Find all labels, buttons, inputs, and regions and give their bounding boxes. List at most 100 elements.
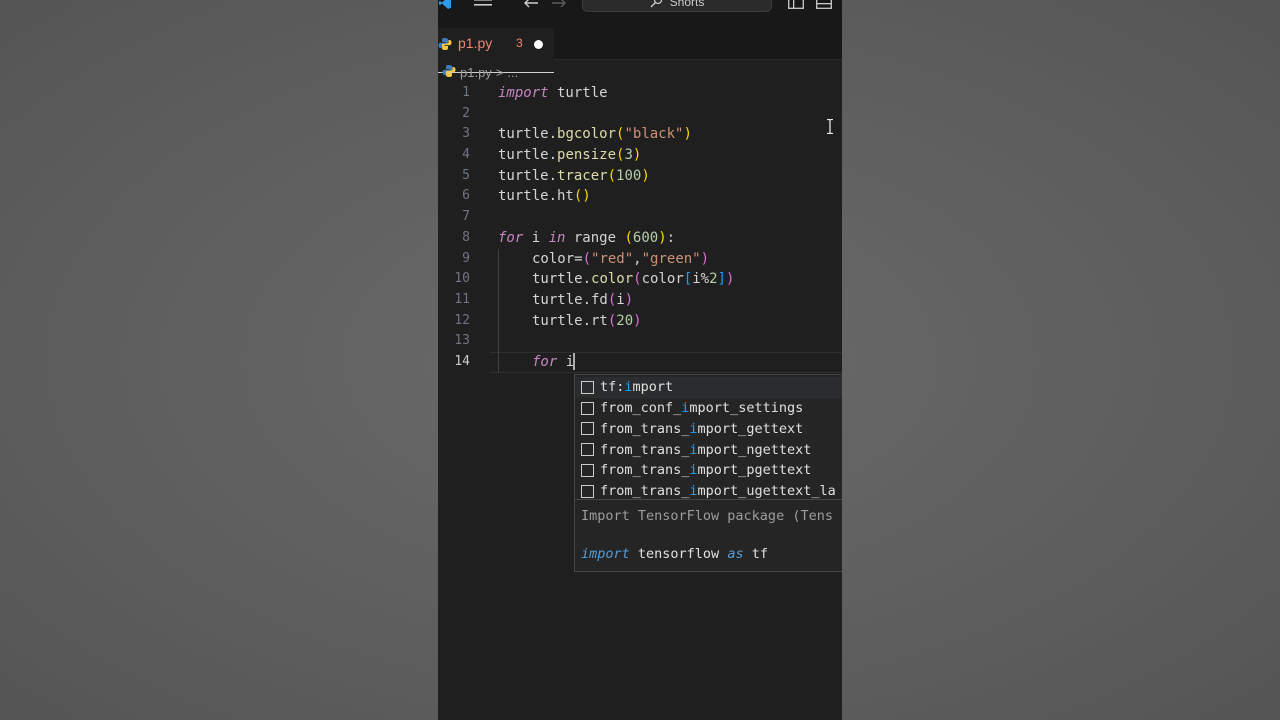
suggestion-code-preview: import tensorflow as tf [581,546,842,562]
code-token: ) [624,291,634,308]
suggestion-label-match: i [689,462,698,479]
line-number: 3 [462,126,470,142]
line-source: color=("red","green") [498,249,709,270]
code-token: ( [582,250,592,267]
code-line[interactable]: 5 turtle.tracer(100) [438,166,842,187]
suggestion-label-pre: from_trans_ [600,462,690,479]
tab-bar: p1.py 3 [438,14,842,73]
back-arrow-icon[interactable] [522,0,540,12]
code-token: turtle. [498,167,558,184]
preview-alias: tf [743,546,768,562]
line-source: turtle.bgcolor("black") [498,124,692,145]
line-source: turtle.pensize(3) [498,145,641,166]
breadcrumb: p1.py > ... [438,62,518,82]
unsaved-dot-icon[interactable] [534,40,543,49]
forward-arrow-icon[interactable] [550,0,568,12]
code-token: turtle. [532,271,592,288]
code-token: i [616,291,625,308]
code-token: ( [633,271,642,288]
suggestion-item[interactable]: tf:import [575,377,842,398]
code-token: tracer [557,167,608,184]
code-line[interactable]: 1 import turtle [438,83,842,104]
code-line[interactable]: 7 [438,207,842,228]
code-token: "green" [641,250,701,267]
code-token: turtle.fd [532,291,608,308]
code-line[interactable]: 4 turtle.pensize(3) [438,145,842,166]
code-token: bgcolor [557,126,617,143]
code-line[interactable]: 3 turtle.bgcolor("black") [438,124,842,145]
snippet-icon [581,380,594,394]
suggestion-label-post: mport_ngettext [697,441,812,458]
code-token: color [591,271,634,288]
code-token: import [498,85,549,101]
line-number: 13 [454,333,470,349]
code-token: i [557,353,575,370]
suggestion-label-post: mport_ugettext_la [697,483,836,500]
line-number: 12 [454,312,470,328]
suggestion-item[interactable]: from_trans_import_ngettext [575,439,842,460]
code-line[interactable]: 2 [438,104,842,125]
code-token: turtle.rt [532,312,608,329]
code-token: 2 [709,271,718,288]
suggestion-item[interactable]: from_trans_import_gettext [575,419,842,440]
code-token: ] [717,271,726,288]
vscode-editor-window: Shorts p1.py 3 p1.py > ... 1 import turtl… [438,0,842,720]
code-line[interactable]: 8 for i in range (600): [438,228,842,249]
code-line[interactable]: 12 turtle.rt(20) [438,310,842,332]
line-source: turtle.ht() [498,186,591,207]
breadcrumb-separator: > [495,64,504,80]
tab-p1-py[interactable]: p1.py 3 [438,28,554,60]
vscode-logo-icon[interactable] [438,0,452,12]
code-token: for [532,353,558,370]
suggestion-label-match: i [689,441,698,458]
problem-count-badge: 3 [516,36,523,50]
code-line[interactable]: 9 color=("red","green") [438,248,842,270]
suggestion-label-pre: from_trans_ [600,483,690,500]
command-center-search[interactable]: Shorts [582,0,772,12]
code-line[interactable]: 11 turtle.fd(i) [438,289,842,311]
line-number: 2 [462,105,470,121]
suggestion-item[interactable]: from_conf_import_settings [575,398,842,419]
code-token: ( [607,167,617,184]
line-source: import turtle [498,83,608,104]
suggestion-label-match: i [689,420,698,437]
code-line[interactable]: 6 turtle.ht() [438,186,842,207]
suggestion-label: from_trans_import_ngettext [600,442,811,458]
autocomplete-suggest-widget: tf:import from_conf_import_settings from_t… [574,374,842,572]
suggestion-label-pre: from_conf_ [600,400,682,417]
code-token: turtle. [498,147,558,164]
code-line[interactable]: 13 [438,331,842,352]
snippet-icon [581,484,594,498]
code-token: turtle.ht [498,188,574,205]
code-token: () [573,188,591,205]
line-number: 10 [454,271,470,287]
code-token: ( [624,229,633,246]
code-line[interactable]: 10 turtle.color(color[i%2]) [438,269,842,290]
line-number: 6 [462,188,470,204]
code-token: ) [632,147,642,164]
code-editor[interactable]: 1 import turtle 2 3 turtle.bgcolor("black") 4… [438,83,842,373]
preview-keyword-import: import [581,546,630,562]
code-token: color [641,271,684,288]
code-token: "black" [624,126,684,143]
line-source: for i [498,352,576,373]
suggestion-label: from_trans_import_ugettext_la [600,483,836,499]
code-token: ) [641,167,650,184]
hamburger-menu-icon[interactable] [472,0,494,12]
title-bar: Shorts [438,0,842,14]
line-source: turtle.fd(i) [498,290,633,311]
code-line-current[interactable]: 14 for i [438,351,842,373]
preview-module: tensorflow [629,546,728,562]
code-token: , [633,250,642,267]
toggle-sidebar-icon[interactable] [788,0,804,12]
breadcrumb-symbols[interactable]: ... [507,65,518,80]
suggestion-label-post: mport_pgettext [697,462,812,479]
toggle-panel-icon[interactable] [816,0,832,12]
suggestion-item[interactable]: from_trans_import_pgettext [575,460,842,481]
code-token: 600 [632,229,659,246]
line-source: for i in range (600): [498,228,675,249]
python-file-icon [442,64,456,81]
line-source [498,331,532,352]
snippet-icon [581,422,594,436]
breadcrumb-file[interactable]: p1.py [460,65,492,80]
